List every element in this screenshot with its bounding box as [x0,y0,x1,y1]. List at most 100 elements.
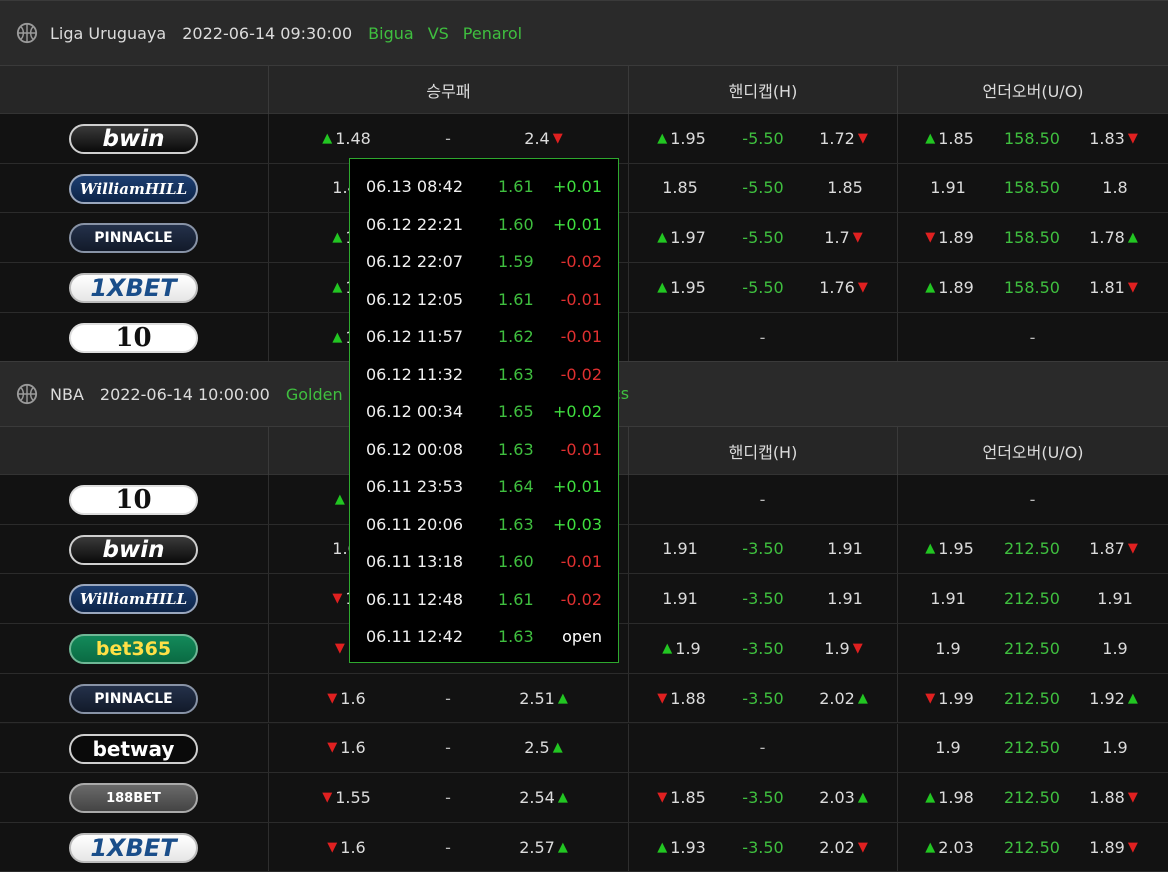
under-odds[interactable]: 1.87 ▼ [1070,525,1160,574]
handicap-line[interactable]: -5.50 [728,213,798,262]
away-odds[interactable]: 2.5 ▲ [500,724,590,773]
handicap-line[interactable]: -3.50 [728,624,798,673]
bookmaker-logo-188bet[interactable]: 188BET [69,783,198,814]
over-odds[interactable]: 1.9 [908,724,988,773]
bookmaker-logo-pinnacle[interactable]: PINNACLE [69,223,198,254]
bookmaker-logo-williamhill[interactable]: WilliamHILL [69,173,198,204]
under-odds[interactable]: 1.78 ▲ [1070,213,1160,262]
handicap-home-odds[interactable]: ▲ 1.95 [640,114,720,163]
total-line[interactable]: 158.50 [992,263,1072,312]
total-line[interactable]: 212.50 [992,823,1072,872]
handicap-line[interactable]: -5.50 [728,263,798,312]
bookmaker-logo-pinnacle[interactable]: PINNACLE [69,683,198,714]
total-line[interactable]: 212.50 [992,674,1072,723]
over-odds[interactable]: ▼ 1.99 [908,674,988,723]
over-odds[interactable]: ▲ 1.85 [908,114,988,163]
under-odds[interactable]: 1.92 ▲ [1070,674,1160,723]
draw-odds[interactable]: - [418,674,478,723]
under-odds[interactable]: 1.91 [1070,574,1160,623]
handicap-away-odds[interactable]: 2.03 ▲ [800,773,890,822]
handicap-line[interactable]: -5.50 [728,164,798,213]
handicap-away-odds[interactable]: 2.02 ▲ [800,674,890,723]
total-line[interactable]: 158.50 [992,114,1072,163]
away-odds[interactable]: 2.4 ▼ [500,114,590,163]
handicap-home-odds[interactable]: ▲ 1.97 [640,213,720,262]
over-odds[interactable]: 1.91 [908,574,988,623]
handicap-home-odds[interactable]: 1.91 [640,525,720,574]
handicap-home-odds[interactable]: ▲ 1.93 [640,823,720,872]
handicap-home-odds[interactable]: ▼ 1.85 [640,773,720,822]
handicap-home-odds[interactable]: ▲ 1.9 [640,624,720,673]
home-team[interactable]: Bigua [368,24,414,43]
bookmaker-logo-1xbet[interactable]: 1XBET [69,273,198,304]
handicap-home-odds[interactable]: 1.85 [640,164,720,213]
over-odds[interactable]: ▲ 1.98 [908,773,988,822]
handicap-line[interactable]: -3.50 [728,574,798,623]
bookmaker-logo-10[interactable]: 10 [69,322,198,353]
bookmaker-logo-10[interactable]: 10 [69,485,198,515]
bookmaker-logo-bet365[interactable]: bet365 [69,634,198,665]
total-line[interactable]: 212.50 [992,574,1072,623]
under-odds[interactable]: 1.89 ▼ [1070,823,1160,872]
handicap-away-odds[interactable]: 2.02 ▼ [800,823,890,872]
total-line[interactable]: 212.50 [992,773,1072,822]
home-odds[interactable]: ▼ 1.55 [300,773,390,822]
total-line[interactable]: 212.50 [992,525,1072,574]
home-odds[interactable]: ▼ 1.6 [300,823,390,872]
draw-odds[interactable]: - [418,773,478,822]
handicap-line[interactable]: -3.50 [728,823,798,872]
under-odds[interactable]: 1.81 ▼ [1070,263,1160,312]
total-line[interactable]: 158.50 [992,164,1072,213]
league-header-1[interactable]: Liga Uruguaya 2022-06-14 09:30:00 Bigua … [0,0,1168,66]
handicap-line[interactable]: -5.50 [728,114,798,163]
handicap-empty[interactable]: - [628,724,897,773]
handicap-away-odds[interactable]: 1.7 ▼ [800,213,890,262]
total-line[interactable]: 212.50 [992,724,1072,773]
over-odds[interactable]: ▲ 2.03 [908,823,988,872]
bookmaker-logo-1xbet[interactable]: 1XBET [69,832,198,863]
over-odds[interactable]: 1.9 [908,624,988,673]
under-odds[interactable]: 1.88 ▼ [1070,773,1160,822]
handicap-line[interactable]: -3.50 [728,773,798,822]
total-line[interactable]: 212.50 [992,624,1072,673]
over-odds[interactable]: ▲ 1.95 [908,525,988,574]
over-odds[interactable]: ▼ 1.89 [908,213,988,262]
handicap-home-odds[interactable]: 1.91 [640,574,720,623]
draw-odds[interactable]: - [418,823,478,872]
over-under-empty[interactable]: - [897,475,1168,524]
away-odds[interactable]: 2.57 ▲ [500,823,590,872]
home-odds[interactable]: ▼ 1.6 [300,724,390,773]
under-odds[interactable]: 1.9 [1070,624,1160,673]
handicap-away-odds[interactable]: 1.9 ▼ [800,624,890,673]
bookmaker-logo-betway[interactable]: betway [69,733,198,764]
handicap-away-odds[interactable]: 1.91 [800,525,890,574]
home-odds[interactable]: ▲ 1.48 [300,114,390,163]
handicap-away-odds[interactable]: 1.91 [800,574,890,623]
total-line[interactable]: 158.50 [992,213,1072,262]
bookmaker-logo-williamhill[interactable]: WilliamHILL [69,584,198,615]
handicap-home-odds[interactable]: ▲ 1.95 [640,263,720,312]
away-odds[interactable]: 2.51 ▲ [500,674,590,723]
away-odds[interactable]: 2.54 ▲ [500,773,590,822]
handicap-line[interactable]: -3.50 [728,525,798,574]
away-team[interactable]: Penarol [463,24,522,43]
handicap-away-odds[interactable]: 1.76 ▼ [800,263,890,312]
handicap-line[interactable]: -3.50 [728,674,798,723]
over-odds[interactable]: 1.91 [908,164,988,213]
handicap-home-odds[interactable]: ▼ 1.88 [640,674,720,723]
under-odds[interactable]: 1.9 [1070,724,1160,773]
under-odds[interactable]: 1.83 ▼ [1070,114,1160,163]
bookmaker-logo-bwin[interactable]: bwin [69,124,198,154]
bookmaker-logo-bwin[interactable]: bwin [69,534,198,565]
draw-odds[interactable]: - [418,114,478,163]
home-odds[interactable]: ▼ 1.6 [300,674,390,723]
over-under-empty[interactable]: - [897,313,1168,362]
handicap-empty[interactable]: - [628,475,897,524]
over-odds[interactable]: ▲ 1.89 [908,263,988,312]
under-odds[interactable]: 1.8 [1070,164,1160,213]
handicap-away-odds[interactable]: 1.85 [800,164,890,213]
home-team[interactable]: Golden [286,385,343,404]
handicap-away-odds[interactable]: 1.72 ▼ [800,114,890,163]
draw-odds[interactable]: - [418,724,478,773]
handicap-empty[interactable]: - [628,313,897,362]
